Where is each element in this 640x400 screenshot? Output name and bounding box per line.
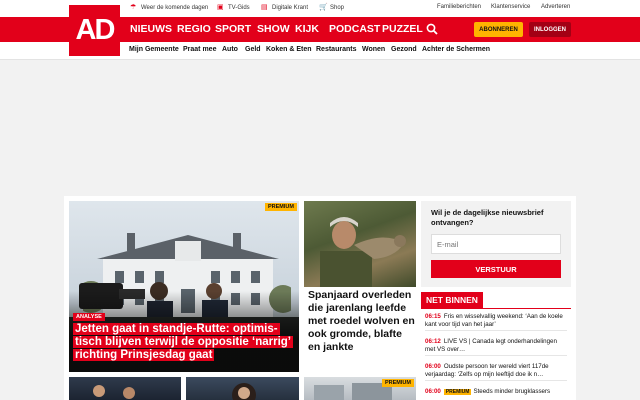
item-time: 06:15: [425, 313, 441, 320]
nav-show[interactable]: SHOW: [257, 23, 290, 35]
nav-puzzel[interactable]: PUZZEL: [382, 23, 423, 35]
newspaper-icon: ▤: [261, 4, 268, 11]
article-thumbnail[interactable]: [69, 377, 181, 400]
utility-link-adverteren[interactable]: Adverteren: [541, 4, 570, 10]
item-text: Steeds minder brugklassers: [473, 388, 551, 395]
man-with-wolf-photo: [320, 217, 406, 287]
item-time: 06:00: [425, 363, 441, 370]
item-time: 06:12: [425, 338, 441, 345]
list-item[interactable]: 06:00 PREMIUM Steeds minder brugklassers: [425, 388, 567, 397]
list-item[interactable]: 06:12 LIVE VS | Canada legt onderhandelin…: [425, 338, 567, 356]
utility-link-label: TV-Gids: [228, 4, 250, 11]
list-item[interactable]: 06:15 Fris en wisselvallig weekend: ‘Aan …: [425, 313, 567, 331]
premium-badge: PREMIUM: [382, 379, 414, 387]
nav-regio[interactable]: REGIO: [177, 23, 211, 35]
subscribe-button[interactable]: ABONNEREN: [474, 22, 523, 37]
utility-link-label: Shop: [330, 4, 345, 11]
utility-link-shop[interactable]: 🛒 Shop: [319, 4, 344, 11]
subnav-koken-eten[interactable]: Koken & Eten: [266, 46, 312, 53]
net-binnen-header: NET BINNEN: [421, 292, 483, 308]
premium-badge: PREMIUM: [265, 203, 297, 211]
ad-logo[interactable]: AD: [69, 5, 120, 56]
utility-link-krant[interactable]: ▤ Digitale Krant: [261, 4, 308, 11]
premium-badge: PREMIUM: [443, 389, 472, 395]
article-thumbnail[interactable]: [186, 377, 299, 400]
utility-link-tv[interactable]: ▣ TV-Gids: [217, 4, 250, 11]
subnav-achter-de-schermen[interactable]: Achter de Schermen: [422, 46, 490, 53]
newsletter-question: Wil je de dagelijkse nieuwsbrief ontvang…: [431, 208, 544, 227]
tv-icon: ▣: [217, 4, 224, 11]
item-time: 06:00: [425, 388, 441, 395]
headline-text: Jetten gaat in standje-Rutte: optimis­ti…: [73, 323, 293, 361]
thumbnail-photo: [232, 383, 256, 400]
item-text: Oudste persoon ter wereld viert 117de ve…: [425, 363, 549, 378]
item-text: LIVE VS | Canada legt onderhandelingen m…: [425, 338, 557, 353]
utility-link-label: Weer de komende dagen: [141, 4, 209, 11]
net-binnen-divider: [421, 308, 571, 309]
verstuur-button[interactable]: VERSTUUR: [431, 260, 561, 278]
subnav-mijn-gemeente[interactable]: Mijn Gemeente: [129, 46, 179, 53]
cart-icon: 🛒: [319, 4, 328, 11]
subnav-wonen[interactable]: Wonen: [362, 46, 385, 53]
subnav-restaurants[interactable]: Restaurants: [316, 46, 356, 53]
item-text: Fris en wisselvallig weekend: ‘Aan de ko…: [425, 313, 563, 328]
ad-placeholder: [0, 60, 640, 196]
subnav-geld[interactable]: Geld: [245, 46, 261, 53]
thumbnail-photo: [93, 385, 135, 399]
utility-link-klantenservice[interactable]: Klantenservice: [491, 4, 530, 10]
nav-kijk[interactable]: KIJK: [295, 23, 319, 35]
list-item[interactable]: 06:00 Oudste persoon ter wereld viert 117…: [425, 363, 567, 381]
lead-article-headline[interactable]: Jetten gaat in standje-Rutte: optimis­ti…: [73, 323, 295, 362]
subnav-praat-mee[interactable]: Praat mee: [183, 46, 216, 53]
email-field[interactable]: [431, 234, 561, 254]
weather-icon: ☂: [130, 4, 137, 11]
nav-sport[interactable]: SPORT: [215, 23, 251, 35]
second-article-image[interactable]: [304, 201, 416, 287]
utility-link-weather[interactable]: ☂ Weer de komende dagen: [130, 4, 208, 11]
subnav-gezond[interactable]: Gezond: [391, 46, 417, 53]
utility-link-familieberichten[interactable]: Familieberichten: [437, 4, 481, 10]
utility-link-label: Digitale Krant: [272, 4, 309, 11]
nav-podcast[interactable]: PODCAST: [329, 23, 380, 35]
second-article-headline[interactable]: Spanjaard overleden die jarenlang leefde…: [308, 289, 416, 354]
subnav-auto[interactable]: Auto: [222, 46, 238, 53]
nav-nieuws[interactable]: NIEUWS: [130, 23, 172, 35]
login-button[interactable]: INLOGGEN: [529, 22, 571, 37]
analyse-tag: ANALYSE: [73, 313, 105, 321]
search-icon[interactable]: [426, 23, 438, 35]
